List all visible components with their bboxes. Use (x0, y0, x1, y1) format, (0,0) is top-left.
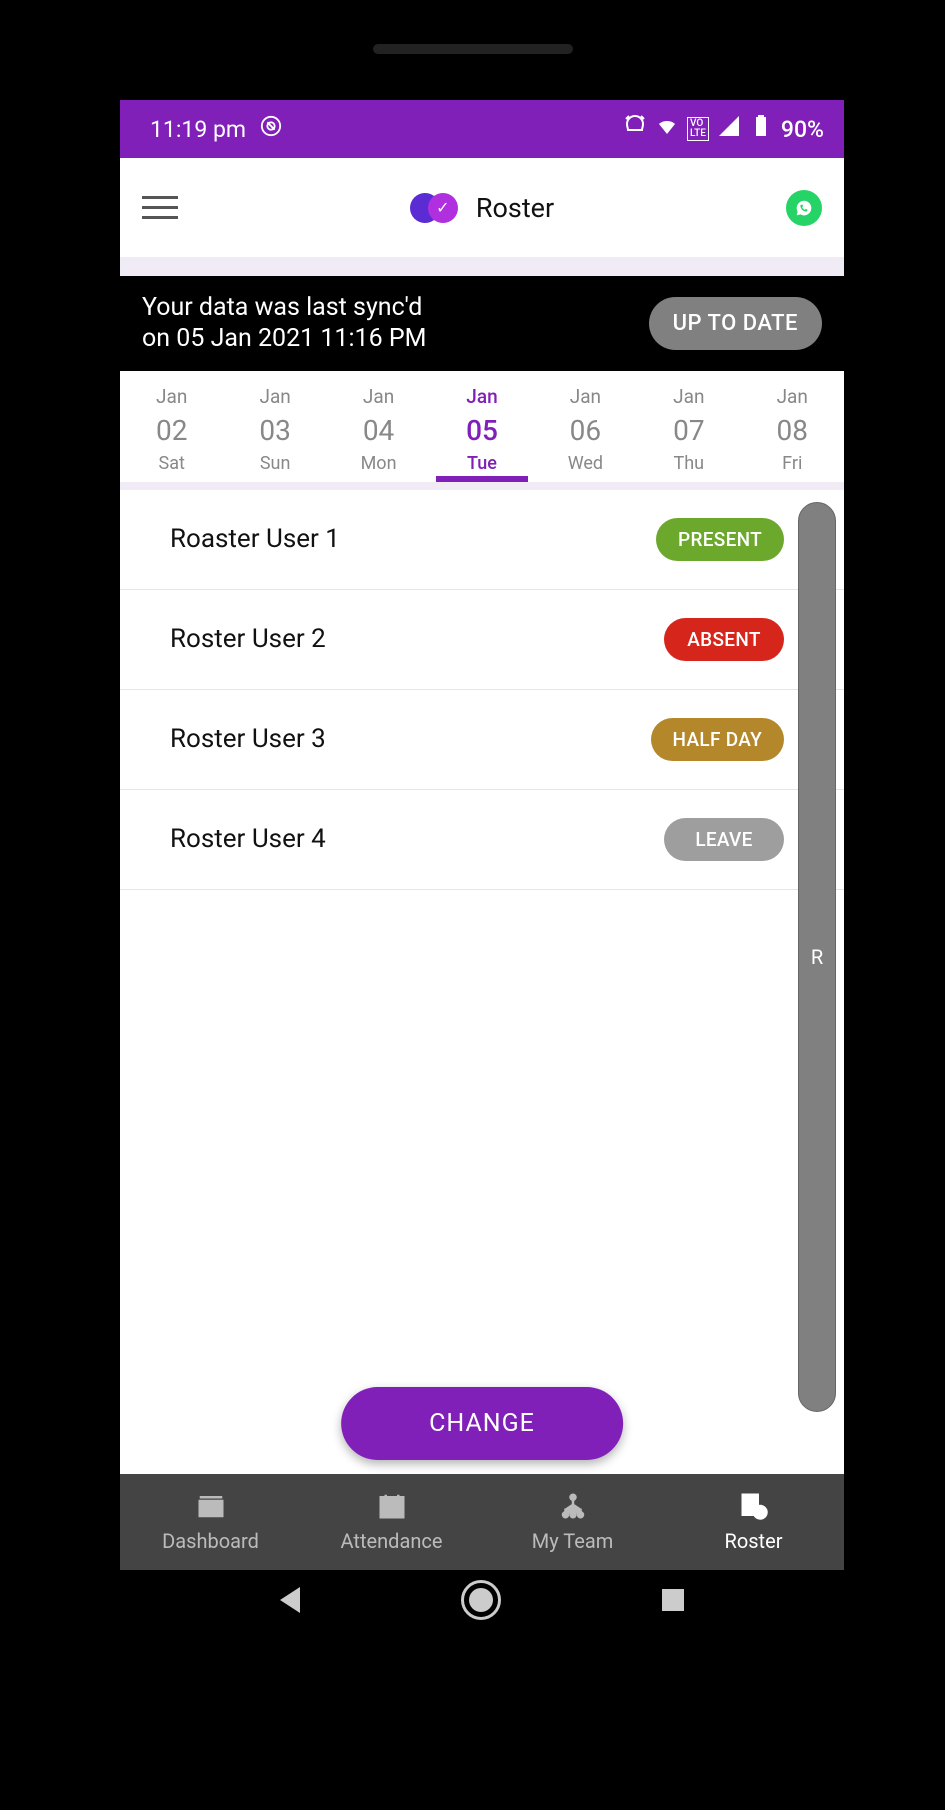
date-day: 06 (534, 414, 637, 447)
status-pill[interactable]: ABSENT (664, 618, 784, 661)
roster-user-name: Roster User 3 (170, 724, 326, 754)
scroll-letter: R (811, 945, 823, 969)
app-logo: ✓ (410, 190, 458, 226)
whatsapp-icon[interactable] (786, 190, 822, 226)
roster-row[interactable]: Roaster User 1 PRESENT (120, 490, 844, 590)
battery-percent: 90% (781, 116, 824, 143)
date-cell-05[interactable]: Jan 05 Tue (430, 371, 533, 474)
date-cell-06[interactable]: Jan 06 Wed (534, 371, 637, 474)
signal-icon (717, 114, 741, 144)
date-month: Jan (430, 385, 533, 408)
sync-button[interactable]: UP TO DATE (649, 297, 822, 350)
date-day: 05 (430, 414, 533, 447)
screen: 11:19 pm VOLTE 90% ✓ (120, 100, 844, 1630)
date-day: 04 (327, 414, 430, 447)
wifi-icon (655, 114, 679, 144)
status-pill[interactable]: LEAVE (664, 818, 784, 861)
alarm-icon (623, 114, 647, 144)
nav-icon (196, 1491, 226, 1525)
nav-roster[interactable]: Roster (663, 1474, 844, 1570)
date-cell-02[interactable]: Jan 02 Sat (120, 371, 223, 474)
date-month: Jan (327, 385, 430, 408)
battery-icon (749, 114, 773, 144)
date-day: 03 (223, 414, 326, 447)
date-dow: Sat (120, 453, 223, 474)
sync-text: Your data was last sync'd on 05 Jan 2021… (142, 292, 426, 355)
back-button[interactable] (280, 1587, 300, 1613)
date-cell-04[interactable]: Jan 04 Mon (327, 371, 430, 474)
roster-list: Roaster User 1 PRESENTRoster User 2 ABSE… (120, 490, 844, 1510)
sync-bar: Your data was last sync'd on 05 Jan 2021… (120, 276, 844, 371)
change-button[interactable]: CHANGE (341, 1387, 623, 1460)
date-day: 07 (637, 414, 740, 447)
system-nav (120, 1570, 844, 1630)
nav-icon (558, 1491, 588, 1525)
status-bar: 11:19 pm VOLTE 90% (120, 100, 844, 158)
divider (120, 258, 844, 276)
nav-my-team[interactable]: My Team (482, 1474, 663, 1570)
roster-row[interactable]: Roster User 4 LEAVE (120, 790, 844, 890)
nav-icon (739, 1491, 769, 1525)
page-title: Roster (476, 192, 554, 224)
date-month: Jan (534, 385, 637, 408)
roster-user-name: Roaster User 1 (170, 524, 340, 554)
date-cell-03[interactable]: Jan 03 Sun (223, 371, 326, 474)
date-day: 02 (120, 414, 223, 447)
date-cell-08[interactable]: Jan 08 Fri (741, 371, 844, 474)
date-dow: Mon (327, 453, 430, 474)
roster-row[interactable]: Roster User 2 ABSENT (120, 590, 844, 690)
status-time: 11:19 pm (150, 116, 246, 143)
status-pill[interactable]: PRESENT (656, 518, 784, 561)
menu-icon[interactable] (142, 196, 178, 219)
nav-label: My Team (532, 1529, 613, 1553)
date-strip: Jan 02 SatJan 03 SunJan 04 MonJan 05 Tue… (120, 371, 844, 490)
nav-label: Roster (725, 1529, 783, 1553)
dnd-icon (260, 115, 282, 143)
phone-frame: 11:19 pm VOLTE 90% ✓ (90, 8, 855, 1698)
date-month: Jan (223, 385, 326, 408)
roster-row[interactable]: Roster User 3 HALF DAY (120, 690, 844, 790)
date-dow: Wed (534, 453, 637, 474)
date-month: Jan (741, 385, 844, 408)
date-month: Jan (637, 385, 740, 408)
phone-speaker (373, 44, 573, 54)
home-button[interactable] (461, 1580, 501, 1620)
date-day: 08 (741, 414, 844, 447)
status-pill[interactable]: HALF DAY (651, 718, 784, 761)
recents-button[interactable] (662, 1589, 684, 1611)
date-cell-07[interactable]: Jan 07 Thu (637, 371, 740, 474)
roster-user-name: Roster User 4 (170, 824, 326, 854)
date-dow: Tue (430, 453, 533, 474)
nav-attendance[interactable]: Attendance (301, 1474, 482, 1570)
date-dow: Sun (223, 453, 326, 474)
date-dow: Fri (741, 453, 844, 474)
volte-icon: VOLTE (687, 117, 709, 141)
app-header: ✓ Roster (120, 158, 844, 258)
nav-label: Attendance (341, 1529, 443, 1553)
date-month: Jan (120, 385, 223, 408)
bottom-nav: Dashboard Attendance My Team Roster (120, 1474, 844, 1570)
nav-label: Dashboard (162, 1529, 259, 1553)
nav-icon (377, 1491, 407, 1525)
roster-user-name: Roster User 2 (170, 624, 326, 654)
date-dow: Thu (637, 453, 740, 474)
scroll-indexer[interactable]: R (798, 502, 836, 1412)
nav-dashboard[interactable]: Dashboard (120, 1474, 301, 1570)
